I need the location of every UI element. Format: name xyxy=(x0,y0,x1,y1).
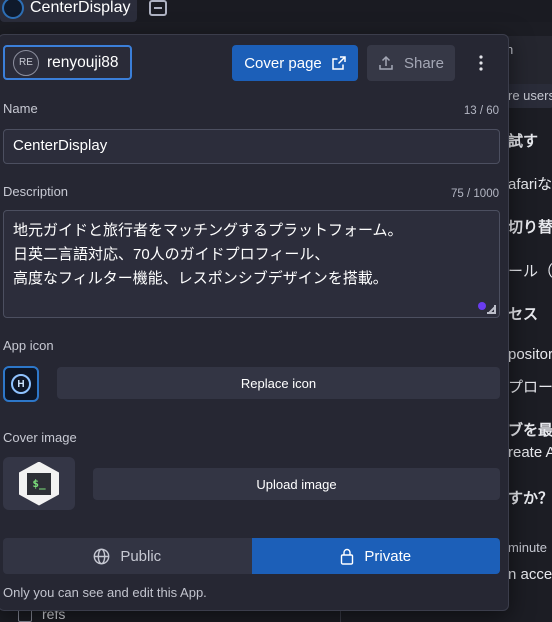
bg-fragment: reate A xyxy=(508,444,552,461)
app-logo-icon: H xyxy=(11,374,31,394)
resize-handle-icon[interactable] xyxy=(487,305,496,314)
cover-page-button[interactable]: Cover page xyxy=(232,45,358,81)
bg-fragment: すか？ xyxy=(508,490,552,507)
background-content: n re users 試す afariな 切り替 ール（ セス pository… xyxy=(508,22,552,622)
description-label: Description xyxy=(3,184,69,199)
share-label: Share xyxy=(403,54,445,72)
bg-fragment: pository xyxy=(508,346,552,363)
private-label: Private xyxy=(364,547,412,565)
app-tab-title: CenterDisplay xyxy=(30,0,131,16)
description-line: 日英二言語対応、70人のガイドプロフィール、 xyxy=(13,246,330,263)
share-button[interactable]: Share xyxy=(367,45,455,81)
lock-icon xyxy=(340,548,354,565)
external-link-icon xyxy=(332,56,346,70)
bg-fragment: プロー xyxy=(508,379,552,396)
visibility-public-option[interactable]: Public xyxy=(3,538,252,574)
replace-icon-button[interactable]: Replace icon xyxy=(57,367,500,399)
bg-fragment: ール（ xyxy=(508,263,552,280)
cover-image-label: Cover image xyxy=(3,430,77,445)
owner-name: renyouji88 xyxy=(47,53,119,71)
cover-page-label: Cover page xyxy=(244,54,322,72)
bg-fragment: ブを最 xyxy=(508,422,552,439)
avatar: RE xyxy=(13,49,39,76)
visibility-helper-text: Only you can see and edit this App. xyxy=(3,585,207,600)
app-settings-popover: RE renyouji88 Cover page Share Name 13 /… xyxy=(0,34,509,611)
terminal-hexagon-icon: $_ xyxy=(19,461,59,506)
bg-fragment: 切り替 xyxy=(508,219,552,236)
more-options-button[interactable] xyxy=(463,45,499,81)
bg-fragment: re users xyxy=(508,88,552,103)
description-char-counter: 75 / 1000 xyxy=(451,188,499,200)
cover-image-thumbnail: $_ xyxy=(3,457,75,510)
app-avatar-icon xyxy=(2,0,24,19)
bg-fragment: 試す xyxy=(508,133,539,150)
upload-icon xyxy=(378,55,394,71)
bg-fragment: afariな xyxy=(508,176,552,193)
visibility-private-option[interactable]: Private xyxy=(251,538,500,574)
name-label: Name xyxy=(3,101,38,116)
visibility-toggle: Public Private xyxy=(3,538,500,574)
more-vertical-icon xyxy=(479,55,483,71)
owner-chip[interactable]: RE renyouji88 xyxy=(3,45,132,80)
background-tabstrip xyxy=(508,36,552,88)
bg-fragment: n access xyxy=(508,566,552,583)
name-input[interactable]: CenterDisplay xyxy=(3,129,500,164)
panel-icon[interactable] xyxy=(149,0,167,16)
app-icon-label: App icon xyxy=(3,338,54,353)
app-tab[interactable]: CenterDisplay xyxy=(0,0,137,22)
terminal-glyph: $_ xyxy=(27,472,51,495)
public-label: Public xyxy=(120,547,162,565)
description-textarea[interactable]: 地元ガイドと旅行者をマッチングするプラットフォーム。 日英二言語対応、70人のガ… xyxy=(3,210,500,318)
app-icon-image: H xyxy=(3,366,39,402)
upload-image-button[interactable]: Upload image xyxy=(93,468,500,500)
name-char-counter: 13 / 60 xyxy=(463,105,499,117)
mouse-cursor-dot xyxy=(478,302,486,310)
description-line: 高度なフィルター機能、レスポンシブデザインを搭載。 xyxy=(13,270,388,287)
globe-icon xyxy=(93,548,110,565)
bg-fragment: セス xyxy=(508,306,539,323)
bg-fragment: minute xyxy=(508,540,548,555)
description-line: 地元ガイドと旅行者をマッチングするプラットフォーム。 xyxy=(13,222,403,239)
